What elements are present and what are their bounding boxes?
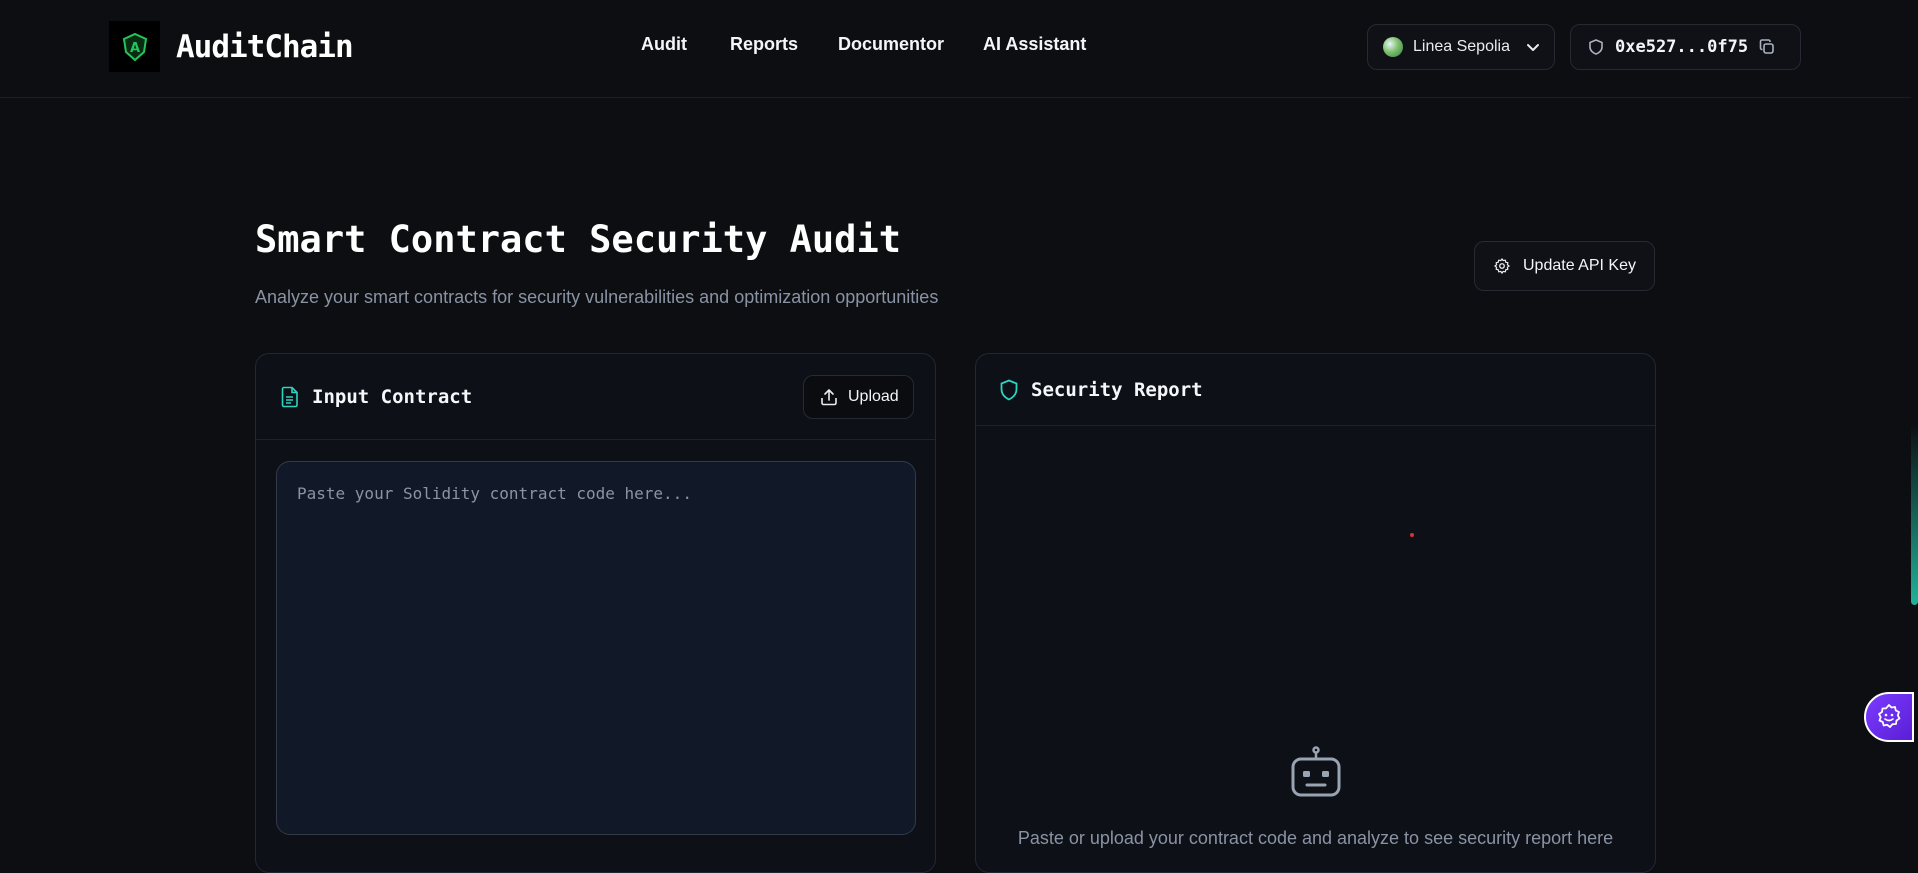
robot-icon [1289, 746, 1343, 800]
page-subtitle: Analyze your smart contracts for securit… [255, 287, 939, 307]
network-label: Linea Sepolia [1413, 38, 1510, 55]
nav-item-reports[interactable]: Reports [730, 34, 798, 55]
report-panel-title: Security Report [1031, 378, 1203, 401]
wallet-address: 0xe527...0f75 [1615, 37, 1749, 57]
security-report-panel: Security Report Paste or upload your con… [975, 353, 1656, 873]
network-globe-icon [1383, 37, 1403, 57]
floating-settings-button[interactable] [1864, 692, 1914, 742]
settings-badge-icon [1878, 704, 1901, 728]
report-panel-header: Security Report [976, 354, 1655, 426]
report-empty-message: Paste or upload your contract code and a… [1017, 828, 1614, 848]
nav-item-audit[interactable]: Audit [641, 34, 687, 55]
top-navbar: A AuditChain Audit Reports Documentor AI… [0, 0, 1918, 98]
status-dot [1410, 533, 1414, 537]
upload-label: Upload [848, 388, 899, 405]
gear-icon [1494, 258, 1510, 274]
scrollbar-thumb[interactable] [1911, 0, 1918, 605]
nav-item-documentor[interactable]: Documentor [838, 34, 944, 55]
contract-code-input[interactable] [276, 461, 916, 835]
wallet-account-button[interactable]: 0xe527...0f75 [1570, 24, 1801, 70]
nav-item-ai-assistant[interactable]: AI Assistant [983, 34, 1086, 55]
update-api-key-button[interactable]: Update API Key [1474, 241, 1655, 291]
update-api-key-label: Update API Key [1523, 257, 1636, 274]
upload-icon [821, 389, 837, 406]
input-contract-panel: Input Contract Upload [255, 353, 936, 873]
shield-outline-icon [1000, 379, 1018, 401]
copy-icon[interactable] [1758, 38, 1776, 56]
upload-button[interactable]: Upload [803, 375, 914, 419]
shield-icon [1589, 39, 1603, 55]
network-selector-button[interactable]: Linea Sepolia [1367, 24, 1555, 70]
chevron-down-icon [1526, 44, 1539, 51]
page-title: Smart Contract Security Audit [255, 218, 902, 261]
document-icon [281, 386, 298, 407]
input-panel-title: Input Contract [312, 385, 473, 408]
input-panel-header: Input Contract Upload [256, 354, 935, 440]
